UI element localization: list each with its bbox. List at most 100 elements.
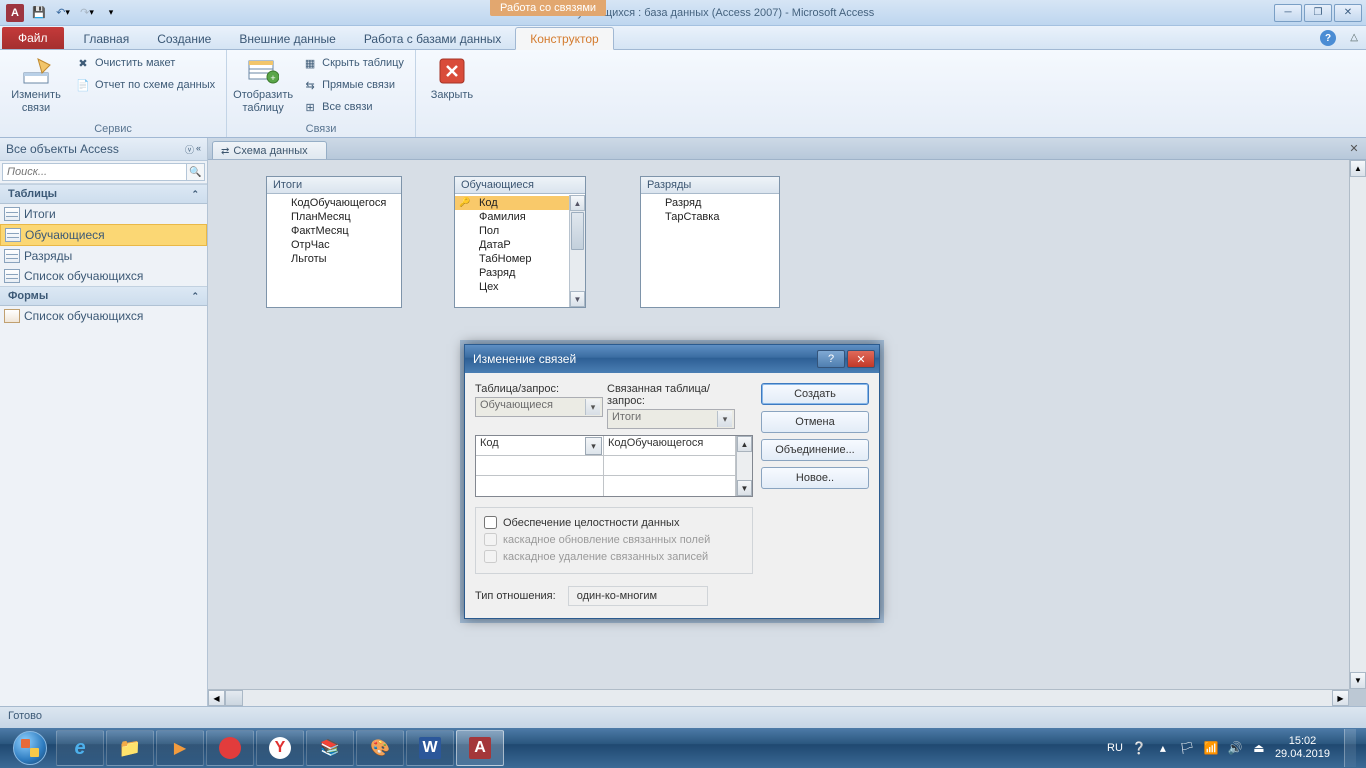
grid-empty-cell[interactable] (476, 476, 604, 496)
scroll-right-button[interactable]: ▶ (1332, 690, 1349, 706)
show-desktop-button[interactable] (1344, 729, 1356, 767)
scroll-up-button[interactable]: ▲ (1350, 160, 1366, 177)
taskbar-word[interactable]: W (406, 730, 454, 766)
qat-customize-button[interactable]: ▾ (100, 2, 122, 24)
file-tab[interactable]: Файл (2, 27, 64, 49)
hscroll-thumb[interactable] (225, 690, 243, 706)
field-row[interactable]: ТарСтавка (641, 210, 779, 224)
field-row[interactable]: ТабНомер (455, 252, 569, 266)
relationships-canvas[interactable]: Итоги КодОбучающегося ПланМесяц ФактМеся… (208, 160, 1366, 706)
table-box-itogi[interactable]: Итоги КодОбучающегося ПланМесяц ФактМеся… (266, 176, 402, 308)
undo-button[interactable]: ↶▾ (52, 2, 74, 24)
field-row[interactable]: Пол (455, 224, 569, 238)
close-window-button[interactable]: ✕ (1334, 4, 1362, 22)
tray-clock[interactable]: 15:02 29.04.2019 (1275, 735, 1330, 761)
combo-left-table[interactable]: Обучающиеся (475, 397, 603, 417)
field-row[interactable]: Фамилия (455, 210, 569, 224)
create-button[interactable]: Создать (761, 383, 869, 405)
tray-help-icon[interactable]: ❔ (1131, 740, 1147, 756)
tray-volume-icon[interactable]: 🔊 (1227, 740, 1243, 756)
table-box-obuch[interactable]: Обучающиеся Код Фамилия Пол ДатаР ТабНом… (454, 176, 586, 308)
cancel-button[interactable]: Отмена (761, 411, 869, 433)
scroll-up-button[interactable]: ▲ (737, 436, 752, 452)
scroll-up-button[interactable]: ▲ (570, 195, 585, 211)
nav-form-spisok[interactable]: Список обучающихся (0, 306, 207, 326)
edit-relationships-button[interactable]: Изменить связи (6, 52, 66, 118)
grid-empty-cell[interactable] (604, 476, 736, 496)
field-row[interactable]: ОтрЧас (267, 238, 401, 252)
tab-designer[interactable]: Конструктор (515, 27, 613, 50)
field-row[interactable]: Льготы (267, 252, 401, 266)
all-relationships-button[interactable]: ⊞Все связи (297, 96, 409, 118)
tray-language[interactable]: RU (1107, 742, 1123, 754)
canvas-vscrollbar[interactable]: ▲ ▼ (1349, 160, 1366, 689)
new-button[interactable]: Новое.. (761, 467, 869, 489)
taskbar-mediaplayer[interactable]: ▶ (156, 730, 204, 766)
direct-relationships-button[interactable]: ⇆Прямые связи (297, 74, 409, 96)
field-row[interactable]: ДатаР (455, 238, 569, 252)
table-box-scrollbar[interactable]: ▲ ▼ (569, 195, 585, 307)
scroll-left-button[interactable]: ◀ (208, 690, 225, 706)
dialog-help-button[interactable]: ? (817, 350, 845, 368)
document-close-button[interactable]: ✕ (1346, 141, 1362, 155)
field-row[interactable]: ПланМесяц (267, 210, 401, 224)
nav-collapse-icon[interactable]: « (196, 143, 201, 156)
grid-right-field[interactable]: КодОбучающегося (604, 436, 736, 456)
taskbar-opera[interactable] (206, 730, 254, 766)
tray-usb-icon[interactable]: ⏏ (1251, 740, 1267, 756)
help-icon[interactable]: ? (1320, 30, 1336, 46)
table-box-razr[interactable]: Разряды Разряд ТарСтавка (640, 176, 780, 308)
taskbar-paint[interactable]: 🎨 (356, 730, 404, 766)
clear-layout-button[interactable]: ✖Очистить макет (70, 52, 220, 74)
taskbar-access[interactable]: A (456, 730, 504, 766)
nav-table-obuch[interactable]: Обучающиеся (0, 224, 207, 246)
dialog-titlebar[interactable]: Изменение связей ? ✕ (465, 345, 879, 373)
tab-home[interactable]: Главная (70, 28, 144, 49)
relationship-report-button[interactable]: 📄Отчет по схеме данных (70, 74, 220, 96)
show-table-button[interactable]: + Отобразить таблицу (233, 52, 293, 118)
tray-action-center-icon[interactable]: 🏳 (1179, 740, 1195, 756)
nav-group-forms[interactable]: Формы⌃ (0, 286, 207, 306)
grid-empty-cell[interactable] (476, 456, 604, 476)
tray-network-icon[interactable]: 📶 (1203, 740, 1219, 756)
taskbar-ie[interactable]: e (56, 730, 104, 766)
restore-button[interactable]: ❐ (1304, 4, 1332, 22)
field-row[interactable]: ФактМесяц (267, 224, 401, 238)
scroll-down-button[interactable]: ▼ (1350, 672, 1366, 689)
field-row[interactable]: КодОбучающегося (267, 196, 401, 210)
field-row[interactable]: Цех (455, 280, 569, 294)
nav-search-button[interactable]: 🔍 (187, 163, 205, 181)
grid-scrollbar[interactable]: ▲ ▼ (736, 436, 752, 496)
start-button[interactable] (6, 730, 54, 766)
nav-table-razr[interactable]: Разряды (0, 246, 207, 266)
taskbar-winrar[interactable]: 📚 (306, 730, 354, 766)
document-tab-schema[interactable]: ⇄ Схема данных (212, 141, 327, 159)
check-integrity[interactable]: Обеспечение целостности данных (484, 514, 744, 531)
field-row[interactable]: Разряд (455, 266, 569, 280)
field-row[interactable]: Разряд (641, 196, 779, 210)
scroll-thumb[interactable] (571, 212, 584, 250)
taskbar-explorer[interactable]: 📁 (106, 730, 154, 766)
nav-group-tables[interactable]: Таблицы⌃ (0, 184, 207, 204)
combo-right-table[interactable]: Итоги (607, 409, 735, 429)
nav-table-itogi[interactable]: Итоги (0, 204, 207, 224)
scroll-down-button[interactable]: ▼ (570, 291, 585, 307)
canvas-hscrollbar[interactable]: ◀ ▶ (208, 689, 1349, 706)
tray-chevron-icon[interactable]: ▴ (1155, 740, 1171, 756)
nav-table-spisok[interactable]: Список обучающихся (0, 266, 207, 286)
save-button[interactable]: 💾 (28, 2, 50, 24)
scroll-down-button[interactable]: ▼ (737, 480, 752, 496)
ribbon-collapse-button[interactable]: △ (1350, 32, 1358, 43)
redo-button[interactable]: ↷▾ (76, 2, 98, 24)
hide-table-button[interactable]: ▦Скрыть таблицу (297, 52, 409, 74)
dialog-close-button[interactable]: ✕ (847, 350, 875, 368)
nav-dropdown-icon[interactable]: ⓥ (185, 143, 194, 156)
field-row-pk[interactable]: Код (455, 196, 569, 210)
grid-empty-cell[interactable] (604, 456, 736, 476)
minimize-button[interactable]: ─ (1274, 4, 1302, 22)
taskbar-yandex[interactable]: Y (256, 730, 304, 766)
tab-create[interactable]: Создание (143, 28, 225, 49)
app-menu-button[interactable]: A (4, 2, 26, 24)
check-integrity-box[interactable] (484, 516, 497, 529)
close-designer-button[interactable]: Закрыть (422, 52, 482, 105)
